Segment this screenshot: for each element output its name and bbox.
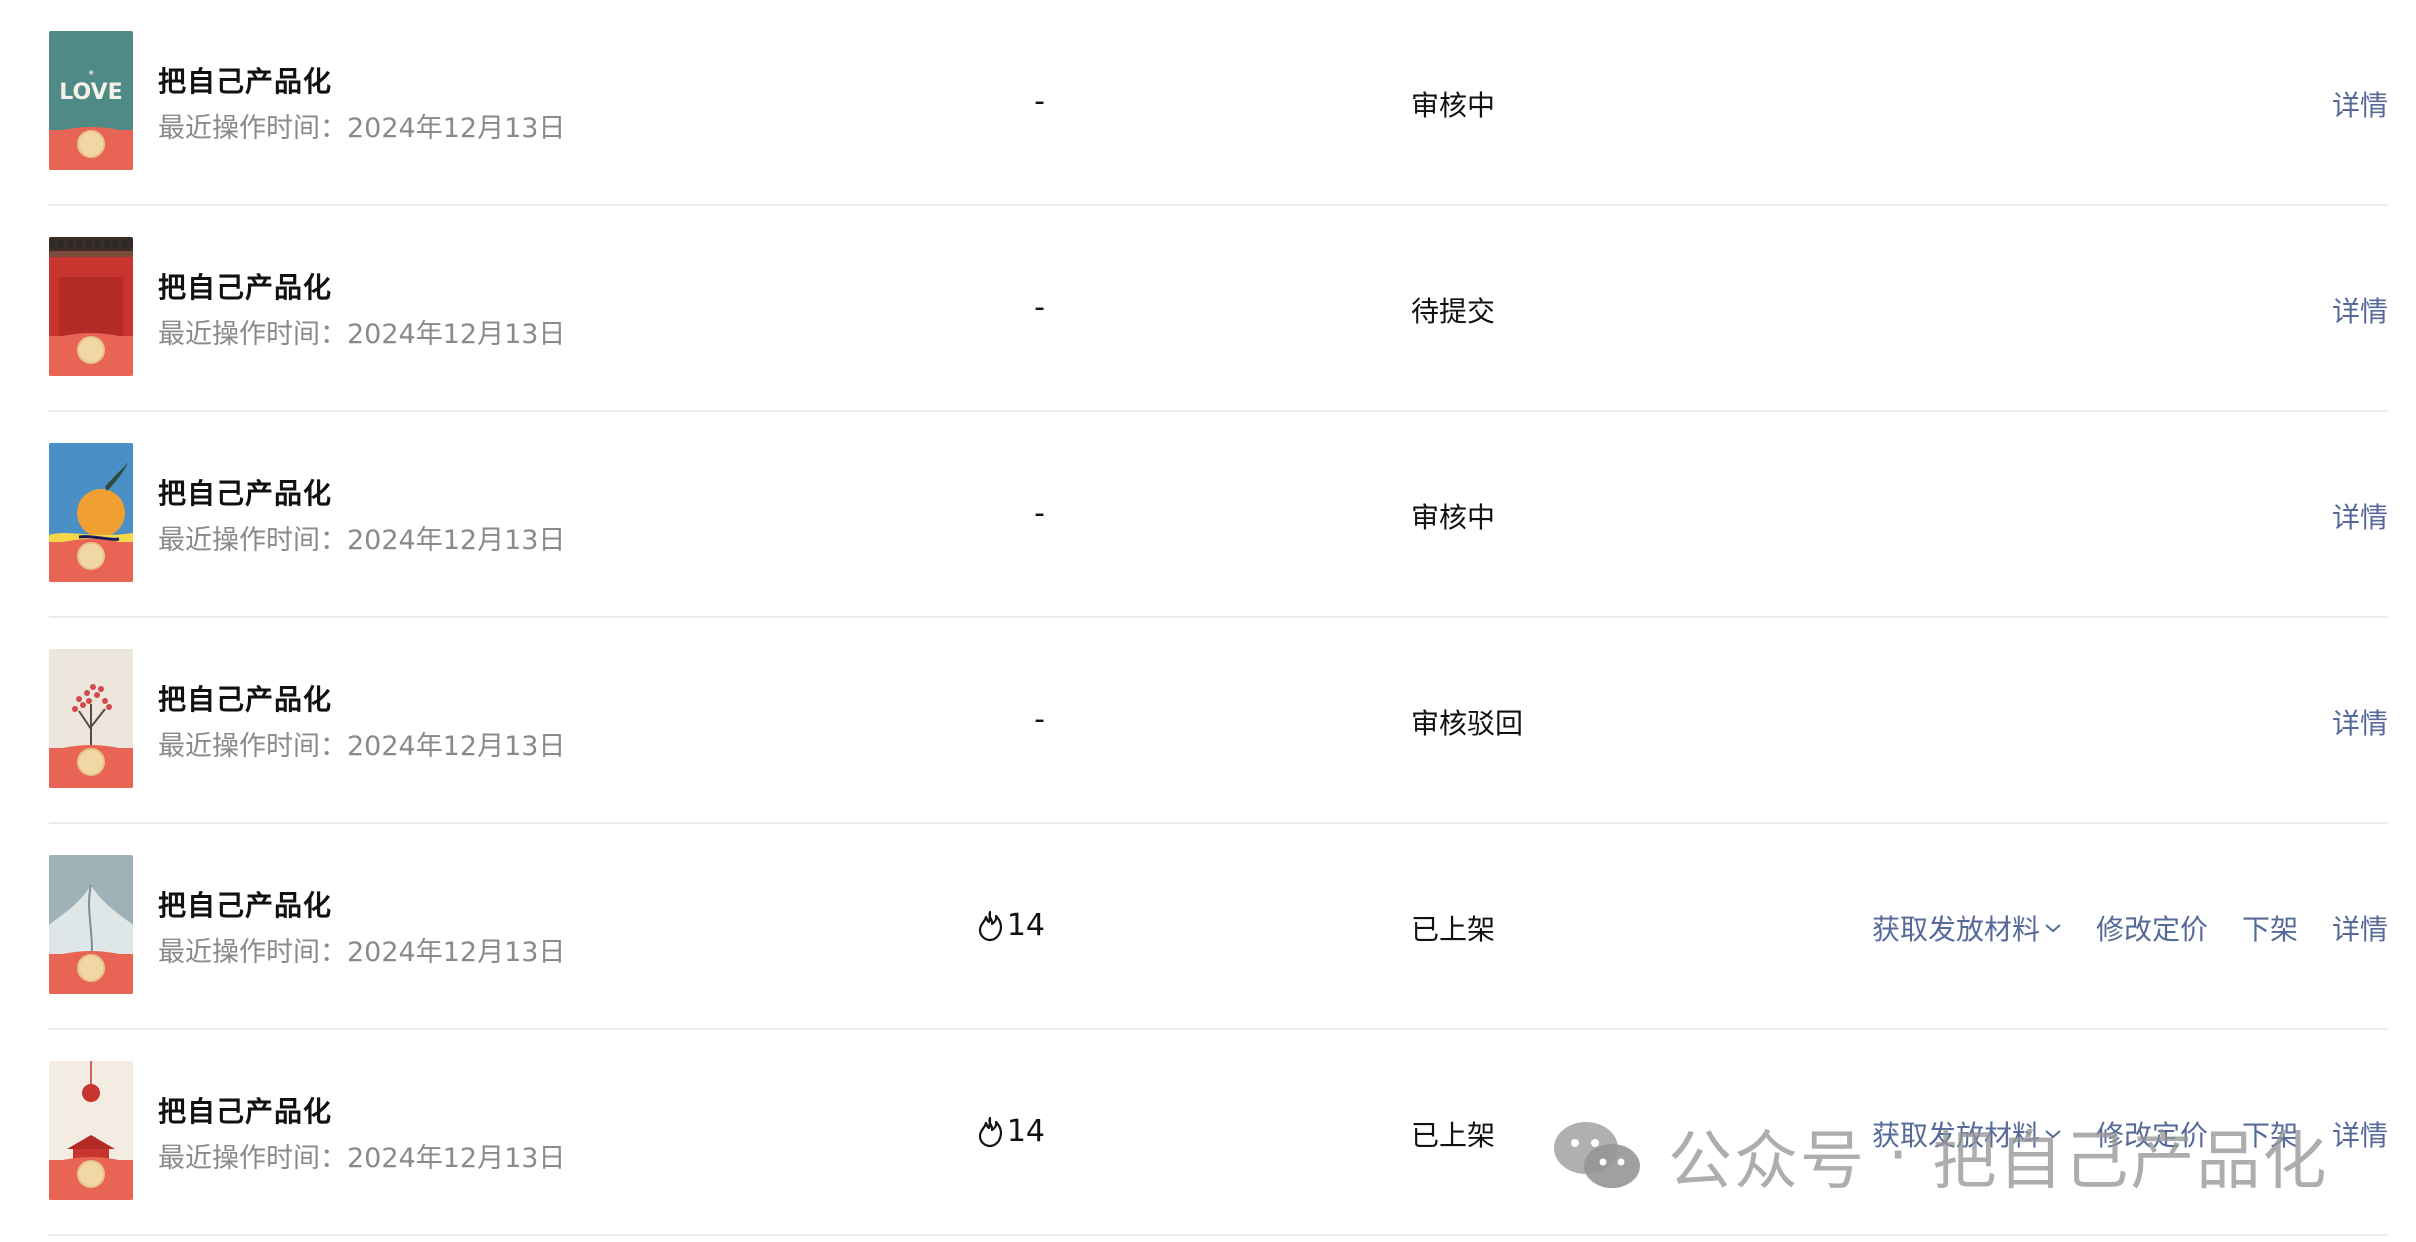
detail-link[interactable]: 详情 [2332,290,2388,330]
action-label: 详情 [2331,707,2388,740]
svg-text:❀: ❀ [88,69,94,77]
list-item: 把自己产品化最近操作时间：2024年12月13日 - 审核驳回 详情 [49,618,2388,824]
action-label: 下架 [2241,913,2298,946]
item-count: - [1034,290,1045,325]
chevron-down-icon [2045,1130,2061,1139]
orange-fruit-cover[interactable] [49,443,133,582]
action-label: 详情 [2331,501,2388,534]
count-value: - [1034,84,1045,119]
action-label: 获取发放材料 [1871,1119,2040,1152]
count-value: 14 [1006,908,1045,943]
coin-icon [77,748,105,776]
unlist-link[interactable]: 下架 [2242,1114,2298,1154]
detail-link[interactable]: 详情 [2332,908,2388,948]
flame-icon [978,910,1002,941]
item-title[interactable]: 把自己产品化 [158,472,332,512]
count-value: - [1034,702,1045,737]
list-item: 把自己产品化最近操作时间：2024年12月13日 - 审核中 详情 [49,412,2388,618]
item-title[interactable]: 把自己产品化 [158,678,332,718]
action-label: 获取发放材料 [1871,913,2040,946]
item-title[interactable]: 把自己产品化 [158,884,332,924]
coin-icon [77,336,105,364]
row-actions: 详情 [2332,702,2388,742]
lantern-cover[interactable] [49,1061,133,1200]
list-item: 把自己产品化最近操作时间：2024年12月13日 14 已上架 获取发放材料 修改定价下… [49,824,2388,1030]
item-last-operation-time: 最近操作时间：2024年12月13日 [158,1143,566,1174]
status-text: 审核驳回 [1411,707,1524,740]
plum-tree-cover[interactable] [49,649,133,788]
chevron-down-icon [2045,924,2061,933]
coin-icon [77,542,105,570]
coin-icon [77,1160,105,1188]
item-last-operation-time: 最近操作时间：2024年12月13日 [158,319,566,350]
product-list: LOVE ❀ 把自己产品化 最近操作时间：2024年12月13日 - 审核中 详情 把自己产品… [49,0,2388,1236]
item-count: 14 [975,1114,1045,1149]
count-value: - [1034,496,1045,531]
action-label: 详情 [2331,1119,2388,1152]
status-text: 审核中 [1411,89,1496,122]
action-label: 修改定价 [2095,1119,2208,1152]
item-count: - [1034,84,1045,119]
detail-link[interactable]: 详情 [2332,702,2388,742]
item-count: - [1034,496,1045,531]
item-title[interactable]: 把自己产品化 [158,266,332,306]
count-value: 14 [1006,1114,1045,1149]
row-actions: 获取发放材料 修改定价 下架 详情 [1872,1114,2388,1154]
item-title[interactable]: 把自己产品化 [158,60,332,100]
status-text: 已上架 [1411,913,1496,946]
item-last-operation-time: 最近操作时间：2024年12月13日 [158,937,566,968]
action-label: 详情 [2331,89,2388,122]
love-text: LOVE [59,80,122,105]
list-item: LOVE ❀ 把自己产品化最近操作时间：2024年12月13日 - 审核中 详情 [49,0,2388,206]
detail-link[interactable]: 详情 [2332,496,2388,536]
love-cover[interactable]: LOVE ❀ [49,31,133,170]
action-label: 下架 [2241,1119,2298,1152]
unlist-link[interactable]: 下架 [2242,908,2298,948]
item-last-operation-time: 最近操作时间：2024年12月13日 [158,525,566,556]
get-materials-dropdown[interactable]: 获取发放材料 [1872,908,2062,948]
detail-link[interactable]: 详情 [2332,84,2388,124]
detail-link[interactable]: 详情 [2332,1114,2388,1154]
item-title[interactable]: 把自己产品化 [158,1090,332,1130]
coin-icon [77,954,105,982]
get-materials-dropdown[interactable]: 获取发放材料 [1872,1114,2062,1154]
coin-icon [77,130,105,158]
count-value: - [1034,290,1045,325]
item-last-operation-time: 最近操作时间：2024年12月13日 [158,731,566,762]
whale-cover[interactable] [49,855,133,994]
edit-price-link[interactable]: 修改定价 [2096,908,2208,948]
action-label: 详情 [2331,295,2388,328]
item-count: - [1034,702,1045,737]
red-gate-cover[interactable] [49,237,133,376]
row-actions: 详情 [2332,290,2388,330]
action-label: 修改定价 [2095,913,2208,946]
row-actions: 详情 [2332,84,2388,124]
status-text: 待提交 [1411,295,1496,328]
action-label: 详情 [2331,913,2388,946]
edit-price-link[interactable]: 修改定价 [2096,1114,2208,1154]
status-text: 已上架 [1411,1119,1496,1152]
row-actions: 详情 [2332,496,2388,536]
list-item: 把自己产品化最近操作时间：2024年12月13日 14 已上架 获取发放材料 修改定价下… [49,1030,2388,1236]
flame-icon [978,1116,1002,1147]
list-item: 把自己产品化最近操作时间：2024年12月13日 - 待提交 详情 [49,206,2388,412]
item-last-operation-time: 最近操作时间：2024年12月13日 [158,113,566,144]
item-count: 14 [975,908,1045,943]
row-actions: 获取发放材料 修改定价 下架 详情 [1872,908,2388,948]
status-text: 审核中 [1411,501,1496,534]
